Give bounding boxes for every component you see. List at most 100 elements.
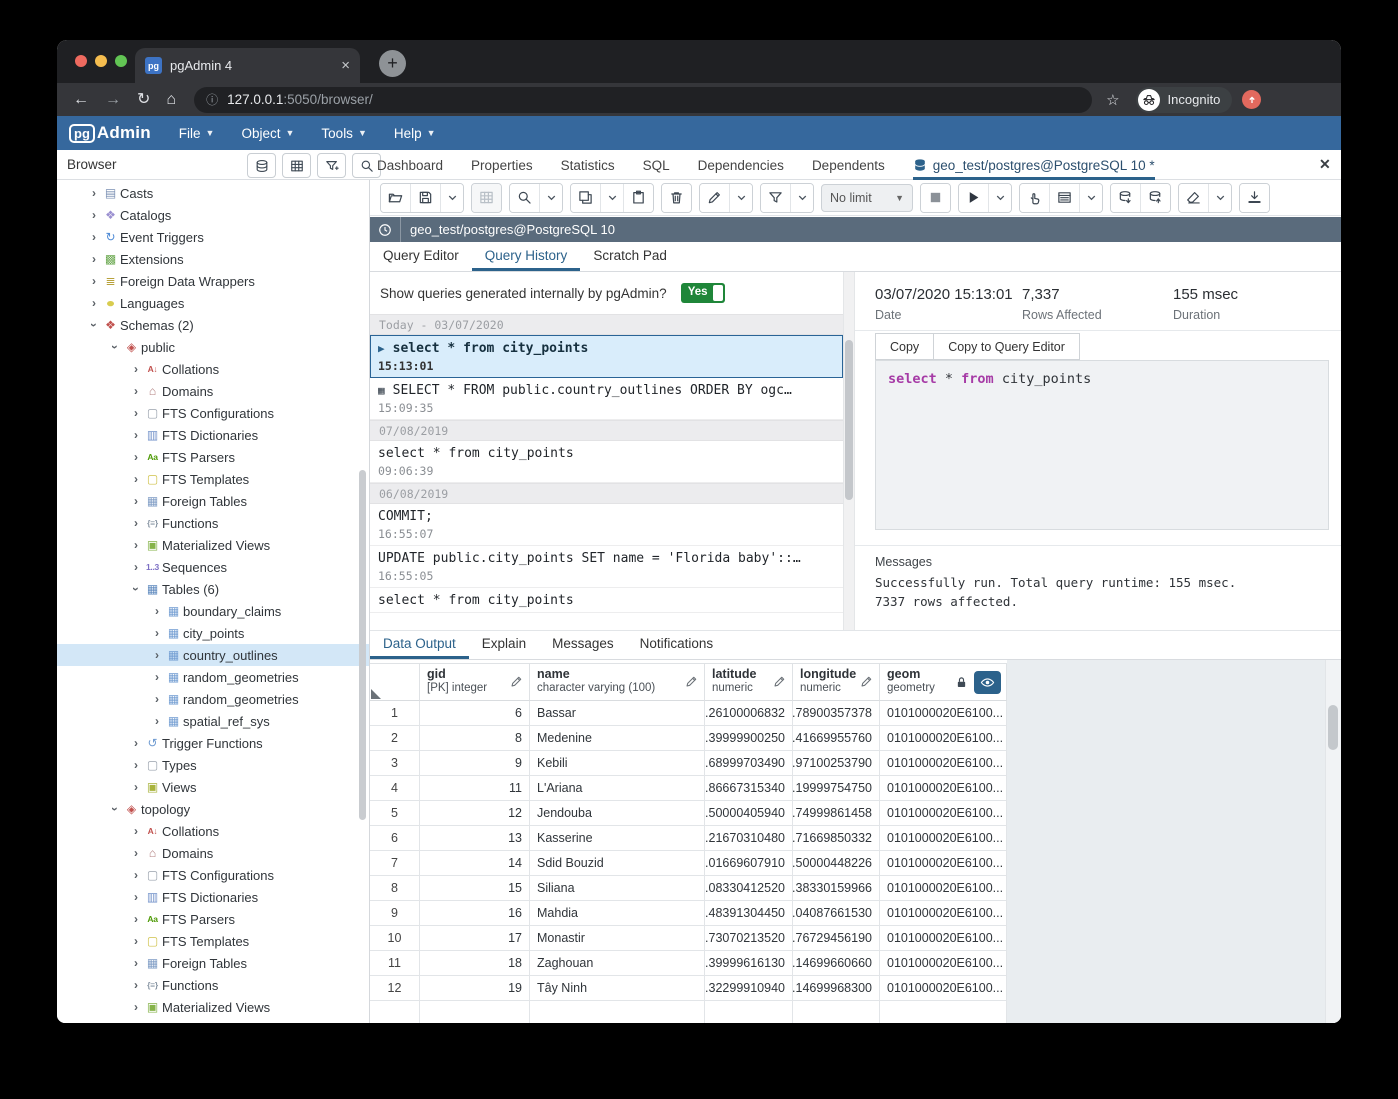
chevron-right-icon[interactable]: ›: [129, 978, 143, 992]
row-number-cell[interactable]: 6: [370, 826, 420, 851]
chevron-right-icon[interactable]: ›: [129, 934, 143, 948]
tree-item-fts-dictionaries[interactable]: ›▥FTS Dictionaries: [57, 424, 369, 446]
edit-column-icon[interactable]: [685, 675, 698, 688]
tab-messages[interactable]: Messages: [539, 631, 627, 659]
tree-item-sequences[interactable]: ›1..3Sequences: [57, 556, 369, 578]
history-entry[interactable]: ▦SELECT * FROM public.country_outlines O…: [370, 378, 843, 420]
data-cell[interactable]: 14: [420, 851, 530, 876]
tree-item-fts-templates[interactable]: ›▢FTS Templates: [57, 930, 369, 952]
back-icon[interactable]: ←: [73, 92, 89, 108]
tab-dependencies[interactable]: Dependencies: [698, 158, 784, 173]
tab-dashboard[interactable]: Dashboard: [377, 158, 443, 173]
data-cell[interactable]: 0101000020E6100...: [880, 951, 1007, 976]
save-button[interactable]: [410, 184, 440, 212]
chevron-right-icon[interactable]: ›: [129, 736, 143, 750]
tree-item-fts-dictionaries[interactable]: ›▥FTS Dictionaries: [57, 886, 369, 908]
address-bar[interactable]: ⓘ 127.0.0.1 :5050/browser/: [194, 87, 1092, 113]
chevron-right-icon[interactable]: ›: [129, 1000, 143, 1014]
row-number-cell[interactable]: 2: [370, 726, 420, 751]
site-info-icon[interactable]: ⓘ: [206, 91, 218, 108]
data-cell[interactable]: 11: [420, 776, 530, 801]
data-cell[interactable]: 8: [420, 726, 530, 751]
data-cell[interactable]: 19: [420, 976, 530, 1001]
tree-item-domains[interactable]: ›⌂Domains: [57, 842, 369, 864]
chevron-right-icon[interactable]: ›: [129, 472, 143, 486]
query-tool-button[interactable]: [282, 153, 311, 178]
tree-item-views[interactable]: ›▣Views: [57, 776, 369, 798]
chevron-right-icon[interactable]: ›: [129, 912, 143, 926]
data-cell[interactable]: .86667315340: [705, 776, 793, 801]
data-cell[interactable]: 18: [420, 951, 530, 976]
add-server-button[interactable]: [247, 153, 276, 178]
menu-tools[interactable]: Tools▼: [321, 126, 366, 141]
data-cell[interactable]: 8.74999861458: [793, 801, 880, 826]
open-file-button[interactable]: [381, 184, 410, 212]
data-cell[interactable]: Monastir: [530, 926, 705, 951]
tree-item-foreign-tables[interactable]: ›▦Foreign Tables: [57, 952, 369, 974]
data-cell[interactable]: 0101000020E6100...: [880, 751, 1007, 776]
data-cell[interactable]: Medenine: [530, 726, 705, 751]
chevron-right-icon[interactable]: ›: [150, 670, 164, 684]
column-header-latitude[interactable]: latitudenumeric: [705, 663, 793, 701]
data-cell[interactable]: 1.04087661530: [793, 901, 880, 926]
tree-item-topology[interactable]: ›◈topology: [57, 798, 369, 820]
chevron-right-icon[interactable]: ›: [150, 626, 164, 640]
chevron-right-icon[interactable]: ›: [129, 780, 143, 794]
extension-icon[interactable]: [1242, 90, 1261, 109]
clear-caret[interactable]: [1208, 184, 1231, 212]
tree-item-random-geometries[interactable]: ›▦random_geometries: [57, 688, 369, 710]
reload-icon[interactable]: ↻: [137, 92, 150, 108]
data-cell[interactable]: 0.19999754750: [793, 776, 880, 801]
chevron-right-icon[interactable]: ›: [129, 450, 143, 464]
explain-button[interactable]: [1020, 184, 1049, 212]
data-cell[interactable]: 0101000020E6100...: [880, 876, 1007, 901]
tree-item-city-points[interactable]: ›▦city_points: [57, 622, 369, 644]
grid-scrollbar-thumb[interactable]: [1328, 705, 1338, 750]
explain-caret[interactable]: [1079, 184, 1102, 212]
tree-item-boundary-claims[interactable]: ›▦boundary_claims: [57, 600, 369, 622]
edit-button[interactable]: [700, 184, 729, 212]
chevron-right-icon[interactable]: ›: [87, 208, 101, 222]
data-cell[interactable]: L'Ariana: [530, 776, 705, 801]
edit-column-icon[interactable]: [773, 675, 786, 688]
data-cell[interactable]: 0.41669955760: [793, 726, 880, 751]
data-cell[interactable]: 15: [420, 876, 530, 901]
tree-item-functions[interactable]: ›{≡}Functions: [57, 974, 369, 996]
data-cell[interactable]: 0.14699660660: [793, 951, 880, 976]
tree-item-materialized-views[interactable]: ›▣Materialized Views: [57, 534, 369, 556]
data-cell[interactable]: 8.97100253790: [793, 751, 880, 776]
tree-item-collations[interactable]: ›A↓Collations: [57, 820, 369, 842]
copy-to-query-editor-button[interactable]: Copy to Query Editor: [934, 333, 1080, 360]
chevron-right-icon[interactable]: ›: [87, 252, 101, 266]
data-cell[interactable]: .48391304450: [705, 901, 793, 926]
close-panel-icon[interactable]: ✕: [1319, 156, 1331, 173]
row-limit-select[interactable]: No limit▼: [821, 184, 913, 212]
chevron-right-icon[interactable]: ›: [150, 648, 164, 662]
edit-caret[interactable]: [729, 184, 752, 212]
tab-scratch-pad[interactable]: Scratch Pad: [580, 242, 680, 271]
data-cell[interactable]: .39999900250: [705, 726, 793, 751]
data-cell[interactable]: 9: [420, 751, 530, 776]
tree-item-languages[interactable]: ›●Languages: [57, 292, 369, 314]
column-header-geom[interactable]: geomgeometry: [880, 663, 1007, 701]
execute-button[interactable]: [959, 184, 988, 212]
column-header-gid[interactable]: gid[PK] integer: [420, 663, 530, 701]
chevron-right-icon[interactable]: ›: [87, 186, 101, 200]
tab-notifications[interactable]: Notifications: [627, 631, 727, 659]
data-cell[interactable]: 13: [420, 826, 530, 851]
data-cell[interactable]: .32299910940: [705, 976, 793, 1001]
chevron-right-icon[interactable]: ›: [150, 692, 164, 706]
tree-item-fts-configurations[interactable]: ›▢FTS Configurations: [57, 864, 369, 886]
row-number-cell[interactable]: 9: [370, 901, 420, 926]
row-number-cell[interactable]: 1: [370, 701, 420, 726]
tab-query-editor[interactable]: Query Editor: [370, 242, 472, 271]
data-cell[interactable]: 0101000020E6100...: [880, 726, 1007, 751]
minimize-window-button[interactable]: [95, 55, 107, 67]
data-cell[interactable]: 6.14699968300: [793, 976, 880, 1001]
tab-sql[interactable]: SQL: [643, 158, 670, 173]
chevron-right-icon[interactable]: ›: [129, 956, 143, 970]
data-cell[interactable]: .08330412520: [705, 876, 793, 901]
tree-item-foreign-tables[interactable]: ›▦Foreign Tables: [57, 490, 369, 512]
chevron-down-icon[interactable]: ›: [108, 340, 122, 354]
commit-button[interactable]: [1111, 184, 1140, 212]
